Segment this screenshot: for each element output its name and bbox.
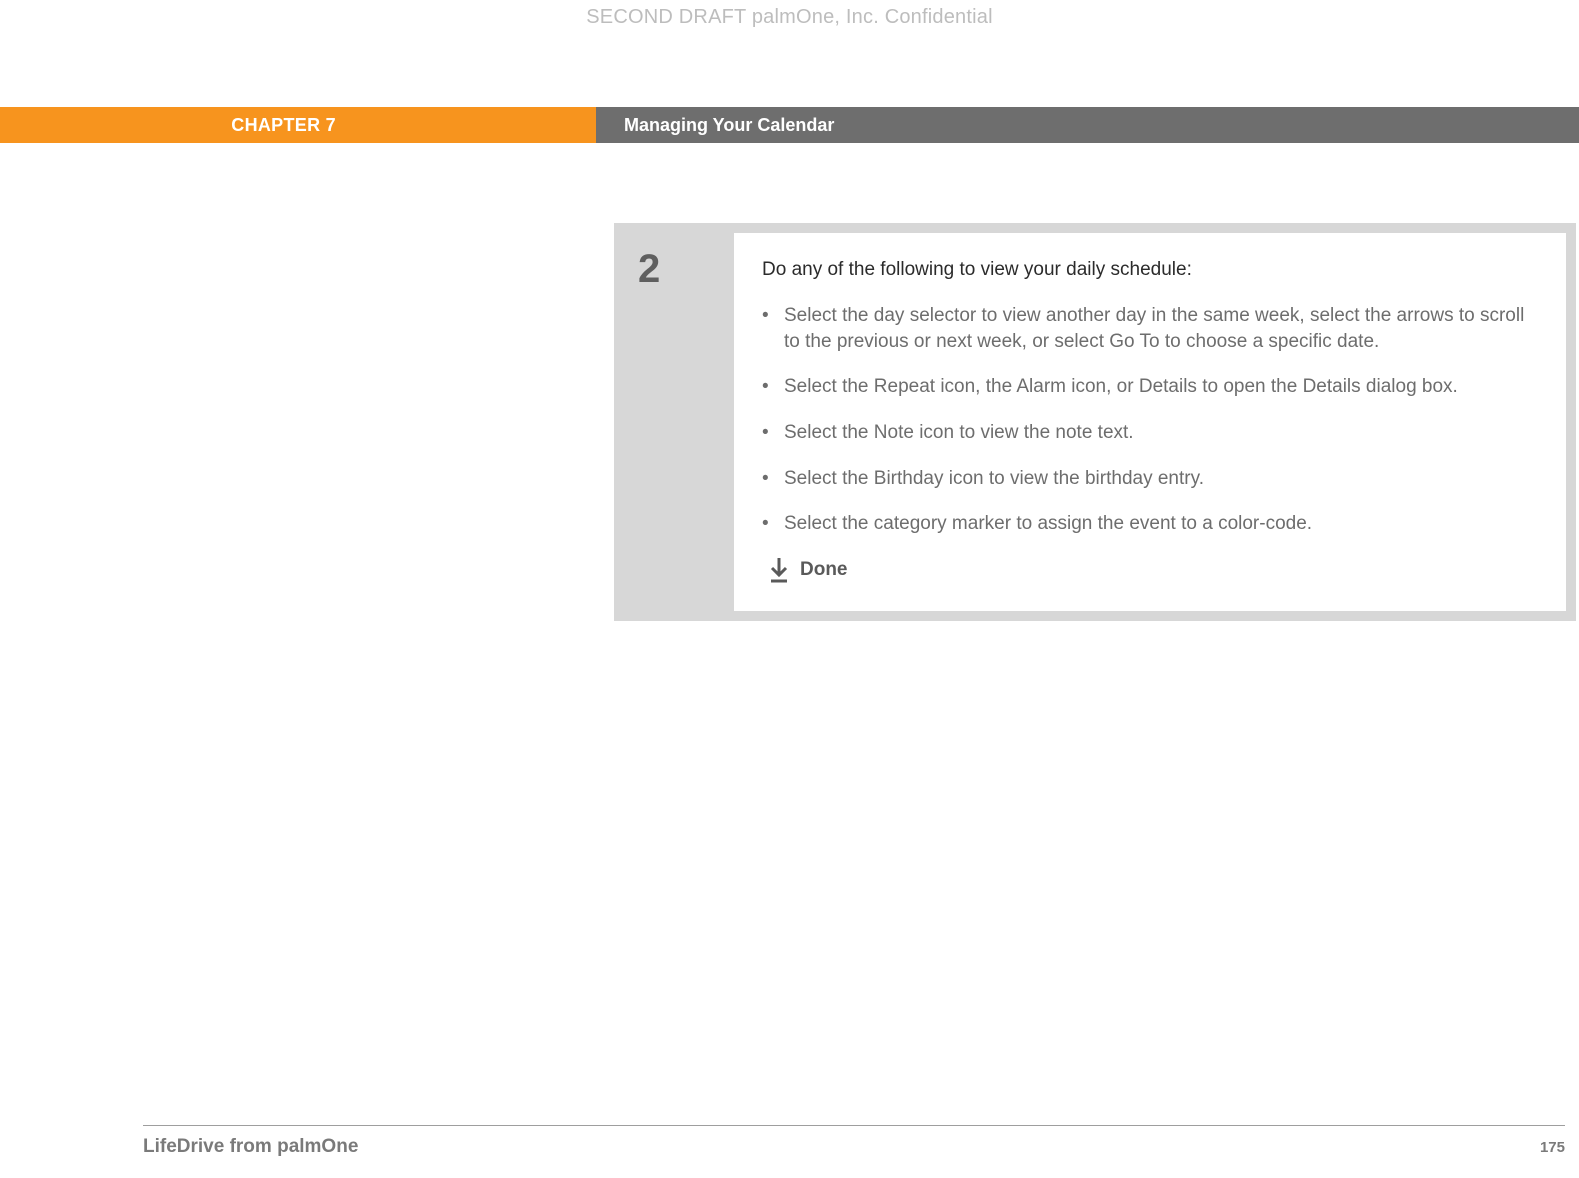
arrow-down-icon — [768, 557, 790, 583]
step-number-column: 2 — [624, 233, 734, 611]
list-item: Select the Birthday icon to view the bir… — [762, 466, 1538, 492]
step-content-panel: Do any of the following to view your dai… — [734, 233, 1566, 611]
done-row: Done — [762, 557, 1538, 583]
list-item: Select the category marker to assign the… — [762, 511, 1538, 537]
list-item: Select the day selector to view another … — [762, 303, 1538, 354]
header-bar: CHAPTER 7 Managing Your Calendar — [0, 107, 1579, 143]
done-label: Done — [800, 559, 848, 581]
bullet-list: Select the day selector to view another … — [762, 303, 1538, 537]
list-item: Select the Repeat icon, the Alarm icon, … — [762, 374, 1538, 400]
list-item: Select the Note icon to view the note te… — [762, 420, 1538, 446]
chapter-title: Managing Your Calendar — [596, 107, 1579, 143]
chapter-label: CHAPTER 7 — [0, 107, 596, 143]
footer-page-number: 175 — [1540, 1139, 1565, 1156]
page-footer: LifeDrive from palmOne 175 — [143, 1125, 1565, 1158]
step-number: 2 — [638, 247, 734, 292]
watermark-text: SECOND DRAFT palmOne, Inc. Confidential — [0, 6, 1579, 29]
step-frame: 2 Do any of the following to view your d… — [614, 223, 1576, 621]
step-intro: Do any of the following to view your dai… — [762, 259, 1538, 281]
footer-product: LifeDrive from palmOne — [143, 1136, 358, 1158]
